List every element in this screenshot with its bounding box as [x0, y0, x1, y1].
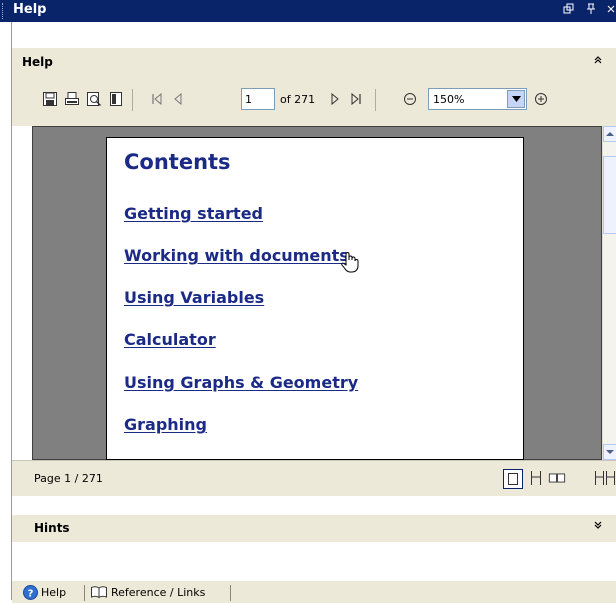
tab-help-label: Help [41, 585, 67, 599]
tab-reference-label: Reference / Links [111, 585, 206, 599]
toc-link[interactable]: Getting started [124, 204, 263, 223]
two-page-continuous-view-icon[interactable] [594, 469, 616, 487]
zoom-out-icon[interactable] [400, 89, 420, 109]
toc-link[interactable]: Working with documents [124, 246, 349, 265]
hand-cursor-icon [341, 251, 359, 276]
scroll-thumb[interactable] [603, 156, 616, 234]
scroll-up-button[interactable] [603, 126, 616, 142]
tab-separator [230, 585, 231, 601]
svg-text:?: ? [28, 588, 34, 599]
tab-separator [84, 585, 85, 601]
tab-help[interactable]: ? Help [23, 583, 66, 601]
pin-icon[interactable] [585, 3, 597, 18]
first-page-icon[interactable] [147, 89, 167, 109]
page-count-label: of 271 [280, 93, 316, 106]
next-page-icon[interactable] [325, 89, 345, 109]
window-title: Help [13, 2, 47, 17]
zoom-value: 150% [433, 93, 465, 106]
hints-title: Hints [34, 521, 70, 535]
continuous-view-icon[interactable] [527, 469, 545, 487]
page-status: Page 1 / 271 [34, 472, 103, 485]
document-title: Contents [124, 150, 231, 174]
collapse-up-icon[interactable] [593, 55, 603, 68]
zoom-in-icon[interactable] [531, 89, 551, 109]
expand-down-icon[interactable] [593, 520, 603, 533]
document-page: Contents Getting started Working with do… [106, 137, 524, 460]
two-page-view-icon[interactable] [548, 469, 566, 487]
last-page-icon[interactable] [346, 89, 366, 109]
page-number-input[interactable]: 1 [241, 88, 275, 110]
page-setup-icon[interactable] [106, 89, 126, 109]
scroll-down-button[interactable] [603, 444, 616, 460]
toc-link[interactable]: Calculator [124, 330, 216, 349]
tab-reference-links[interactable]: Reference / Links [90, 583, 205, 601]
zoom-select[interactable]: 150% [428, 88, 527, 110]
print-preview-icon[interactable] [84, 89, 104, 109]
chevron-down-icon[interactable] [507, 90, 525, 108]
vertical-scrollbar[interactable] [602, 126, 616, 460]
grip-handle[interactable] [2, 3, 6, 19]
toolbar-separator [375, 89, 376, 111]
toc-link[interactable]: Using Graphs & Geometry [124, 373, 358, 392]
help-section-title: Help [22, 55, 53, 69]
restore-icon[interactable] [563, 3, 575, 18]
print-icon[interactable] [62, 89, 82, 109]
toc-link[interactable]: Graphing [124, 415, 207, 434]
book-icon [91, 586, 107, 599]
window-titlebar: Help [0, 0, 616, 22]
toolbar-separator [132, 89, 133, 111]
previous-page-icon[interactable] [168, 89, 188, 109]
status-bar: Page 1 / 271 [12, 460, 616, 496]
hints-section-header[interactable]: Hints [12, 515, 616, 542]
save-icon[interactable] [40, 89, 60, 109]
toc-link[interactable]: Using Variables [124, 288, 264, 307]
single-page-view-icon[interactable] [503, 469, 523, 489]
help-section-header: Help [12, 48, 616, 126]
close-icon[interactable] [607, 3, 616, 18]
help-circle-icon: ? [23, 584, 38, 600]
